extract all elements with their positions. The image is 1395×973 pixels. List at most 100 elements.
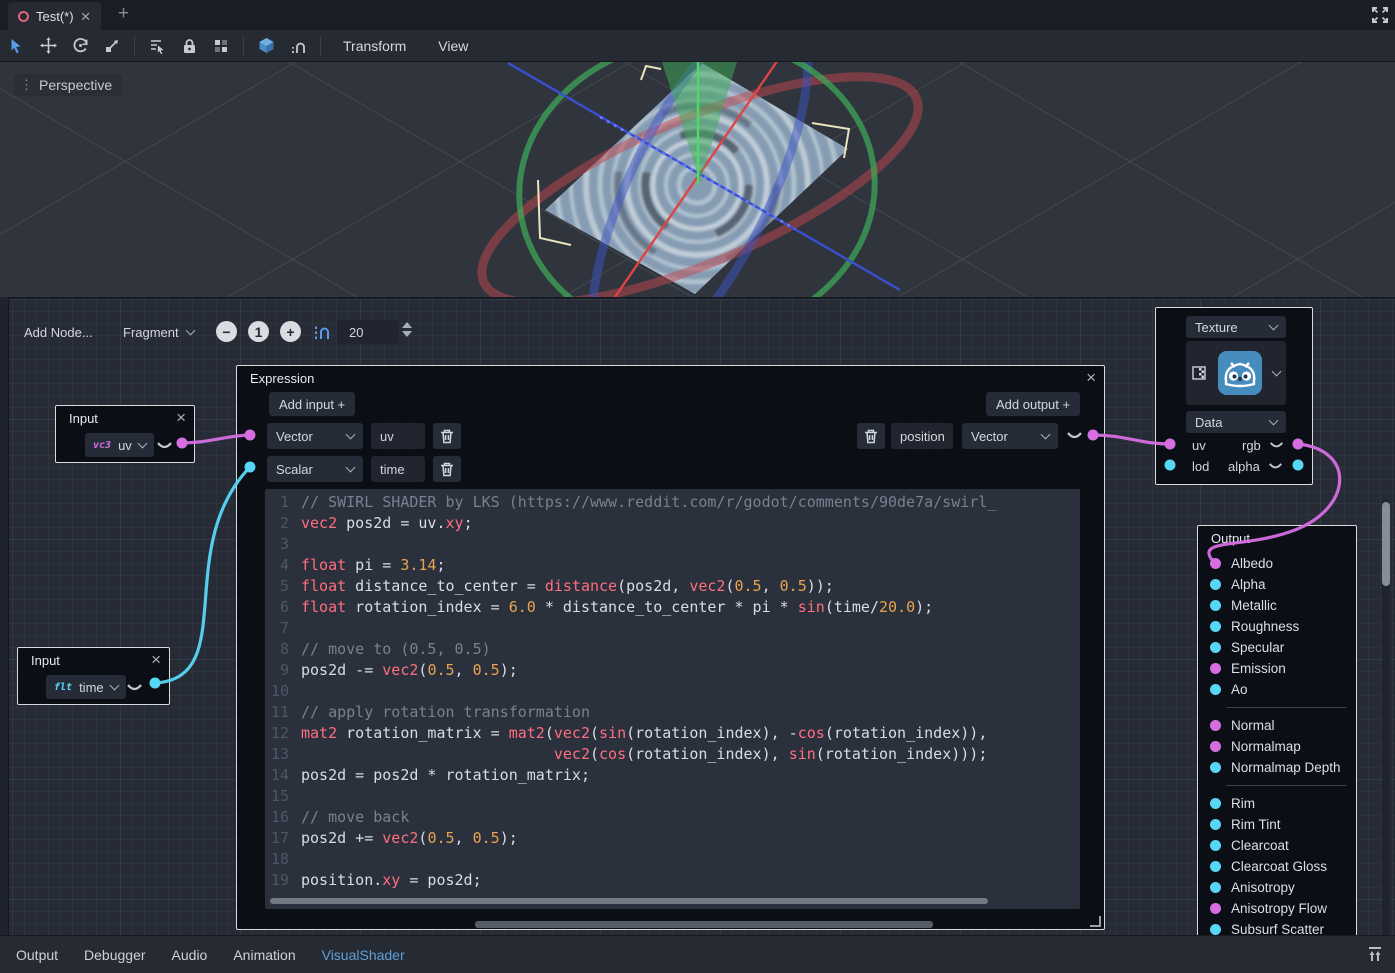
bottom-tab-output[interactable]: Output xyxy=(16,947,58,963)
port-dot[interactable] xyxy=(1210,663,1221,674)
node-horizontal-scrollbar[interactable] xyxy=(475,921,933,928)
delete-input-button[interactable] xyxy=(433,456,461,482)
output-port-emission[interactable]: Emission xyxy=(1210,658,1346,679)
port-preview-toggle-icon[interactable] xyxy=(1066,431,1083,441)
port-preview-toggle-icon[interactable] xyxy=(1268,462,1283,471)
bottom-tab-debugger[interactable]: Debugger xyxy=(84,947,146,963)
port-dot[interactable] xyxy=(1210,840,1221,851)
graph-node-expression[interactable]: Expression × Add input + Add output + Ve… xyxy=(236,365,1105,930)
graph-vertical-scrollbar[interactable] xyxy=(1382,500,1390,935)
output-port-normalmap-depth[interactable]: Normalmap Depth xyxy=(1210,757,1346,778)
output-port-specular[interactable]: Specular xyxy=(1210,637,1346,658)
spin-up-icon[interactable] xyxy=(402,322,412,328)
port-dot[interactable] xyxy=(1210,642,1221,653)
snap-mode-button[interactable] xyxy=(282,33,314,59)
output-port-anisotropy[interactable]: Anisotropy xyxy=(1210,877,1346,898)
scrollbar-thumb[interactable] xyxy=(1382,502,1390,586)
output-port-clearcoat-gloss[interactable]: Clearcoat Gloss xyxy=(1210,856,1346,877)
bottom-tab-visualshader[interactable]: VisualShader xyxy=(322,947,405,963)
texture-source-dropdown[interactable]: Texture xyxy=(1186,316,1286,338)
scene-tab-test[interactable]: Test(*) × xyxy=(8,2,101,30)
graph-node-input-uv[interactable]: Input × vc3 uv xyxy=(55,405,195,463)
output-name-field[interactable]: position xyxy=(891,423,953,449)
input-source-dropdown[interactable]: flt time xyxy=(46,675,126,699)
close-icon[interactable]: × xyxy=(151,651,161,668)
transform-menu[interactable]: Transform xyxy=(327,38,422,54)
rotate-tool-button[interactable] xyxy=(64,33,96,59)
port-dot[interactable] xyxy=(1210,924,1221,935)
node-resize-handle[interactable] xyxy=(1090,916,1101,927)
scale-tool-button[interactable] xyxy=(96,33,128,59)
graph-node-texture[interactable]: Texture Data uv xyxy=(1155,307,1313,485)
output-port-rim-tint[interactable]: Rim Tint xyxy=(1210,814,1346,835)
output-port-roughness[interactable]: Roughness xyxy=(1210,616,1346,637)
3d-viewport[interactable]: ⋮ Perspective xyxy=(0,62,1395,297)
input-name-field[interactable]: uv xyxy=(371,423,425,449)
snap-distance-spinbox[interactable]: 20 xyxy=(337,320,399,344)
group-selected-button[interactable] xyxy=(205,33,237,59)
zoom-out-button[interactable]: − xyxy=(216,321,237,342)
port-preview-toggle-icon[interactable] xyxy=(156,441,173,451)
delete-input-button[interactable] xyxy=(433,423,461,449)
select-tool-button[interactable] xyxy=(0,33,32,59)
port-dot[interactable] xyxy=(1210,741,1221,752)
output-type-dropdown[interactable]: Vector xyxy=(962,423,1058,449)
add-input-button[interactable]: Add input + xyxy=(269,392,355,416)
close-icon[interactable]: × xyxy=(176,409,186,426)
view-menu[interactable]: View xyxy=(422,38,484,54)
output-port-ao[interactable]: Ao xyxy=(1210,679,1346,700)
output-port-rim[interactable]: Rim xyxy=(1210,793,1346,814)
port-dot[interactable] xyxy=(1210,558,1221,569)
port-preview-toggle-icon[interactable] xyxy=(1269,441,1284,450)
port-dot[interactable] xyxy=(1210,762,1221,773)
output-port-alpha[interactable]: Alpha xyxy=(1210,574,1346,595)
graph-node-output[interactable]: Output AlbedoAlphaMetallicRoughnessSpecu… xyxy=(1197,525,1357,937)
fullscreen-icon[interactable] xyxy=(1371,6,1389,24)
zoom-in-button[interactable]: + xyxy=(280,321,301,342)
viewport-mode-menu[interactable]: ⋮ Perspective xyxy=(14,74,122,96)
bottom-tab-animation[interactable]: Animation xyxy=(233,947,295,963)
add-output-button[interactable]: Add output + xyxy=(986,392,1080,416)
local-space-button[interactable] xyxy=(250,33,282,59)
graph-node-input-time[interactable]: Input × flt time xyxy=(17,647,170,705)
input-type-dropdown[interactable]: Scalar xyxy=(267,456,363,482)
output-port-metallic[interactable]: Metallic xyxy=(1210,595,1346,616)
tab-close-icon[interactable]: × xyxy=(81,8,91,25)
port-dot[interactable] xyxy=(1210,903,1221,914)
output-port-clearcoat[interactable]: Clearcoat xyxy=(1210,835,1346,856)
select-list-button[interactable] xyxy=(141,33,173,59)
port-dot[interactable] xyxy=(1210,684,1221,695)
output-port-normalmap[interactable]: Normalmap xyxy=(1210,736,1346,757)
add-node-button[interactable]: Add Node... xyxy=(14,319,103,345)
port-dot[interactable] xyxy=(1210,798,1221,809)
expression-code-editor[interactable]: 1// SWIRL SHADER by LKS (https://www.red… xyxy=(265,489,1080,909)
delete-output-button[interactable] xyxy=(857,423,885,449)
output-port-albedo[interactable]: Albedo xyxy=(1210,553,1346,574)
port-preview-toggle-icon[interactable] xyxy=(126,683,143,693)
close-icon[interactable]: × xyxy=(1086,369,1096,386)
port-dot[interactable] xyxy=(1210,861,1221,872)
zoom-reset-button[interactable]: 1 xyxy=(248,321,269,342)
texture-data-dropdown[interactable]: Data xyxy=(1186,411,1286,433)
edit-texture-icon[interactable] xyxy=(1192,366,1206,380)
snap-toggle-button[interactable] xyxy=(312,321,332,341)
output-port-anisotropy-flow[interactable]: Anisotropy Flow xyxy=(1210,898,1346,919)
bottom-tab-audio[interactable]: Audio xyxy=(172,947,208,963)
port-dot[interactable] xyxy=(1210,819,1221,830)
input-name-field[interactable]: time xyxy=(371,456,425,482)
texture-preview[interactable] xyxy=(1186,341,1286,405)
spinbox-steppers[interactable] xyxy=(402,322,412,337)
lock-selected-button[interactable] xyxy=(173,33,205,59)
spin-down-icon[interactable] xyxy=(402,331,412,337)
port-dot[interactable] xyxy=(1210,882,1221,893)
input-source-dropdown[interactable]: vc3 uv xyxy=(85,433,154,457)
move-tool-button[interactable] xyxy=(32,33,64,59)
shader-mode-dropdown[interactable]: Fragment xyxy=(113,319,204,345)
new-tab-button[interactable]: + xyxy=(118,3,129,25)
expand-panel-icon[interactable] xyxy=(1365,946,1385,962)
port-dot[interactable] xyxy=(1210,579,1221,590)
code-horizontal-scrollbar[interactable] xyxy=(270,898,988,904)
output-port-normal[interactable]: Normal xyxy=(1210,715,1346,736)
port-dot[interactable] xyxy=(1210,621,1221,632)
port-dot[interactable] xyxy=(1210,600,1221,611)
